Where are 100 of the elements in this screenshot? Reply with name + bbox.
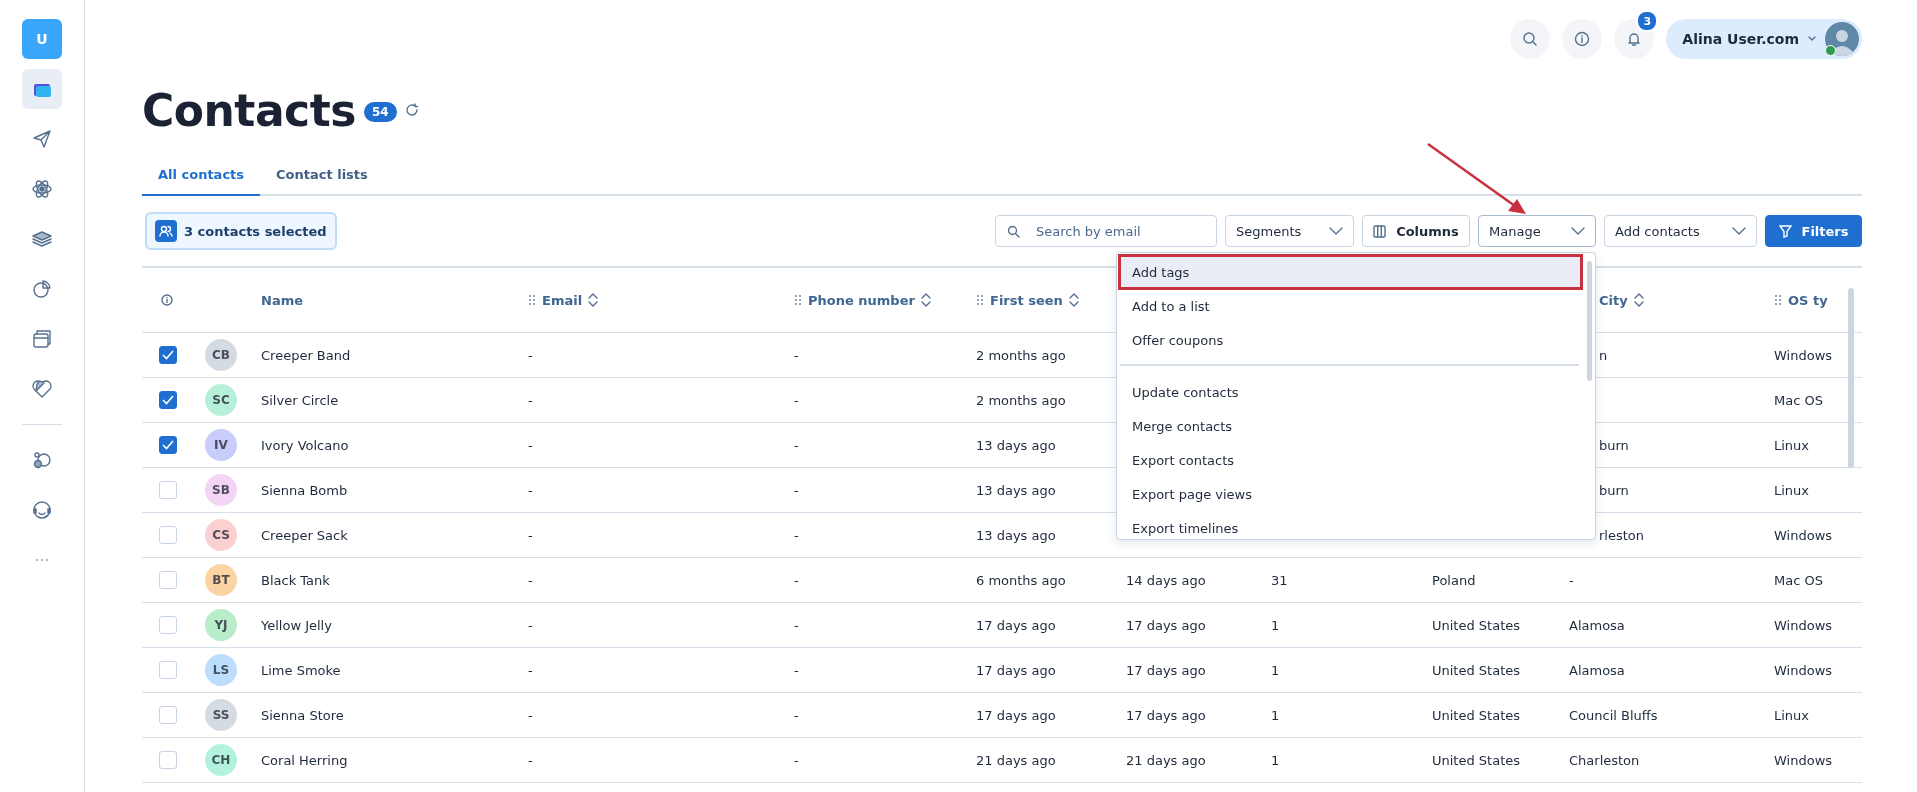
- sort-icon[interactable]: [1068, 292, 1079, 308]
- table-cell-text: 1: [1271, 752, 1281, 768]
- table-cell-text: -: [794, 482, 800, 498]
- search-button[interactable]: [1510, 19, 1551, 59]
- table-cell-text: Charleston: [1569, 752, 1641, 768]
- menu-item[interactable]: Update contacts: [1119, 375, 1582, 409]
- column-header[interactable]: OS ty: [1788, 292, 1828, 308]
- windows-icon: [31, 328, 53, 350]
- sidebar-item[interactable]: [22, 69, 62, 109]
- avatar: SB: [205, 474, 237, 506]
- table-cell-text: United States: [1432, 752, 1522, 768]
- tab[interactable]: All contacts: [142, 154, 261, 196]
- table-cell-text: -: [528, 392, 534, 408]
- sort-icon[interactable]: [920, 292, 931, 308]
- menu-item[interactable]: Export contacts: [1119, 443, 1582, 477]
- table-cell-text: 17 days ago: [1126, 617, 1207, 633]
- user-menu[interactable]: Alina User.com: [1666, 19, 1862, 59]
- search-field[interactable]: Search by email: [995, 215, 1217, 247]
- table-cell-text: -: [1569, 572, 1575, 588]
- table-cell-text: 17 days ago: [976, 662, 1057, 678]
- scrollbar[interactable]: [1848, 288, 1854, 468]
- checkbox[interactable]: [159, 391, 177, 409]
- table-cell-text: Windows: [1774, 347, 1834, 363]
- table-cell-text: United States: [1432, 707, 1522, 723]
- layers-icon: [31, 228, 53, 250]
- table-cell-text: Council Bluffs: [1569, 707, 1659, 723]
- table-cell-text: Linux: [1774, 482, 1811, 498]
- info-icon: [1574, 31, 1591, 47]
- drag-handle-icon[interactable]: [794, 294, 802, 306]
- drag-handle-icon[interactable]: [1774, 294, 1782, 306]
- chevron-down-icon: [1571, 227, 1585, 235]
- search-icon: [1007, 225, 1020, 238]
- dropdown-button[interactable]: Segments: [1225, 215, 1354, 247]
- menu-item[interactable]: Merge contacts: [1119, 409, 1582, 443]
- checkbox[interactable]: [159, 436, 177, 454]
- table-cell-text: Creeper Sack: [261, 527, 349, 543]
- table-cell-text: 2 months ago: [976, 347, 1067, 363]
- table-cell-text: -: [528, 707, 534, 723]
- table-cell-text: 17 days ago: [1126, 707, 1207, 723]
- refresh-icon[interactable]: [404, 103, 419, 117]
- table-cell-text: -: [794, 752, 800, 768]
- table-cell-text: Sienna Store: [261, 707, 345, 723]
- sort-icon[interactable]: [1633, 292, 1644, 308]
- tab[interactable]: Contact lists: [260, 154, 384, 196]
- info-button[interactable]: [1562, 19, 1603, 59]
- drag-handle-icon[interactable]: [528, 294, 536, 306]
- table-cell-text: Windows: [1774, 752, 1834, 768]
- filters-button[interactable]: Filters: [1765, 215, 1862, 247]
- search-icon: [1522, 31, 1539, 47]
- scrollbar[interactable]: [1587, 261, 1592, 381]
- table-cell-text: Windows: [1774, 662, 1834, 678]
- table-cell-text: 13 days ago: [976, 437, 1057, 453]
- filter-icon: [1778, 224, 1792, 238]
- table-cell-text: 13 days ago: [976, 527, 1057, 543]
- avatar: BT: [205, 564, 237, 596]
- avatar: CB: [205, 339, 237, 371]
- columns-button[interactable]: Columns: [1362, 215, 1470, 247]
- avatar: IV: [205, 429, 237, 461]
- table-cell-text: n: [1598, 347, 1609, 363]
- notifications-button[interactable]: [1614, 19, 1655, 59]
- drag-handle-icon[interactable]: [976, 294, 984, 306]
- column-header[interactable]: City: [1599, 292, 1628, 308]
- column-header[interactable]: Phone number: [808, 292, 915, 308]
- sort-icon[interactable]: [588, 292, 599, 308]
- menu-item[interactable]: Add to a list: [1119, 289, 1582, 323]
- table-cell-text: rleston: [1598, 527, 1646, 543]
- table-cell-text: Windows: [1774, 527, 1834, 543]
- dropdown-button[interactable]: Manage: [1478, 215, 1596, 247]
- column-header[interactable]: First seen: [990, 292, 1063, 308]
- table-cell-text: 14 days ago: [1126, 572, 1207, 588]
- table-cell-text: -: [794, 662, 800, 678]
- avatar: CS: [205, 519, 237, 551]
- menu-item[interactable]: Export page views: [1119, 477, 1582, 511]
- table-cell-text: 17 days ago: [1126, 662, 1207, 678]
- checkbox[interactable]: [159, 346, 177, 364]
- table-cell-text: United States: [1432, 617, 1522, 633]
- pie-chart-icon: [31, 278, 53, 300]
- table-cell-text: Poland: [1432, 572, 1477, 588]
- table-cell-text: -: [794, 347, 800, 363]
- dropdown-button[interactable]: Add contacts: [1604, 215, 1757, 247]
- column-header[interactable]: Name: [261, 292, 303, 308]
- chevron-down-icon: [1732, 227, 1746, 235]
- menu-item[interactable]: Offer coupons: [1119, 323, 1582, 357]
- table-cell-text: United States: [1432, 662, 1522, 678]
- table-cell-text: Alamosa: [1569, 617, 1626, 633]
- page-title: Contacts: [142, 84, 356, 136]
- table-cell-text: Ivory Volcano: [261, 437, 350, 453]
- table-cell-text: -: [794, 437, 800, 453]
- column-header[interactable]: Email: [542, 292, 583, 308]
- bubbles-icon: [31, 449, 53, 471]
- table-cell-text: -: [794, 527, 800, 543]
- table-cell-text: burn: [1598, 482, 1630, 498]
- table-cell-text: 1: [1271, 617, 1281, 633]
- columns-icon: [1373, 224, 1387, 238]
- menu-item[interactable]: Export timelines: [1119, 511, 1582, 539]
- table-cell-text: -: [528, 437, 534, 453]
- menu-item[interactable]: Add tags: [1119, 255, 1582, 289]
- avatar: LS: [205, 654, 237, 686]
- table-cell-text: -: [794, 392, 800, 408]
- heart-icon: [31, 378, 53, 400]
